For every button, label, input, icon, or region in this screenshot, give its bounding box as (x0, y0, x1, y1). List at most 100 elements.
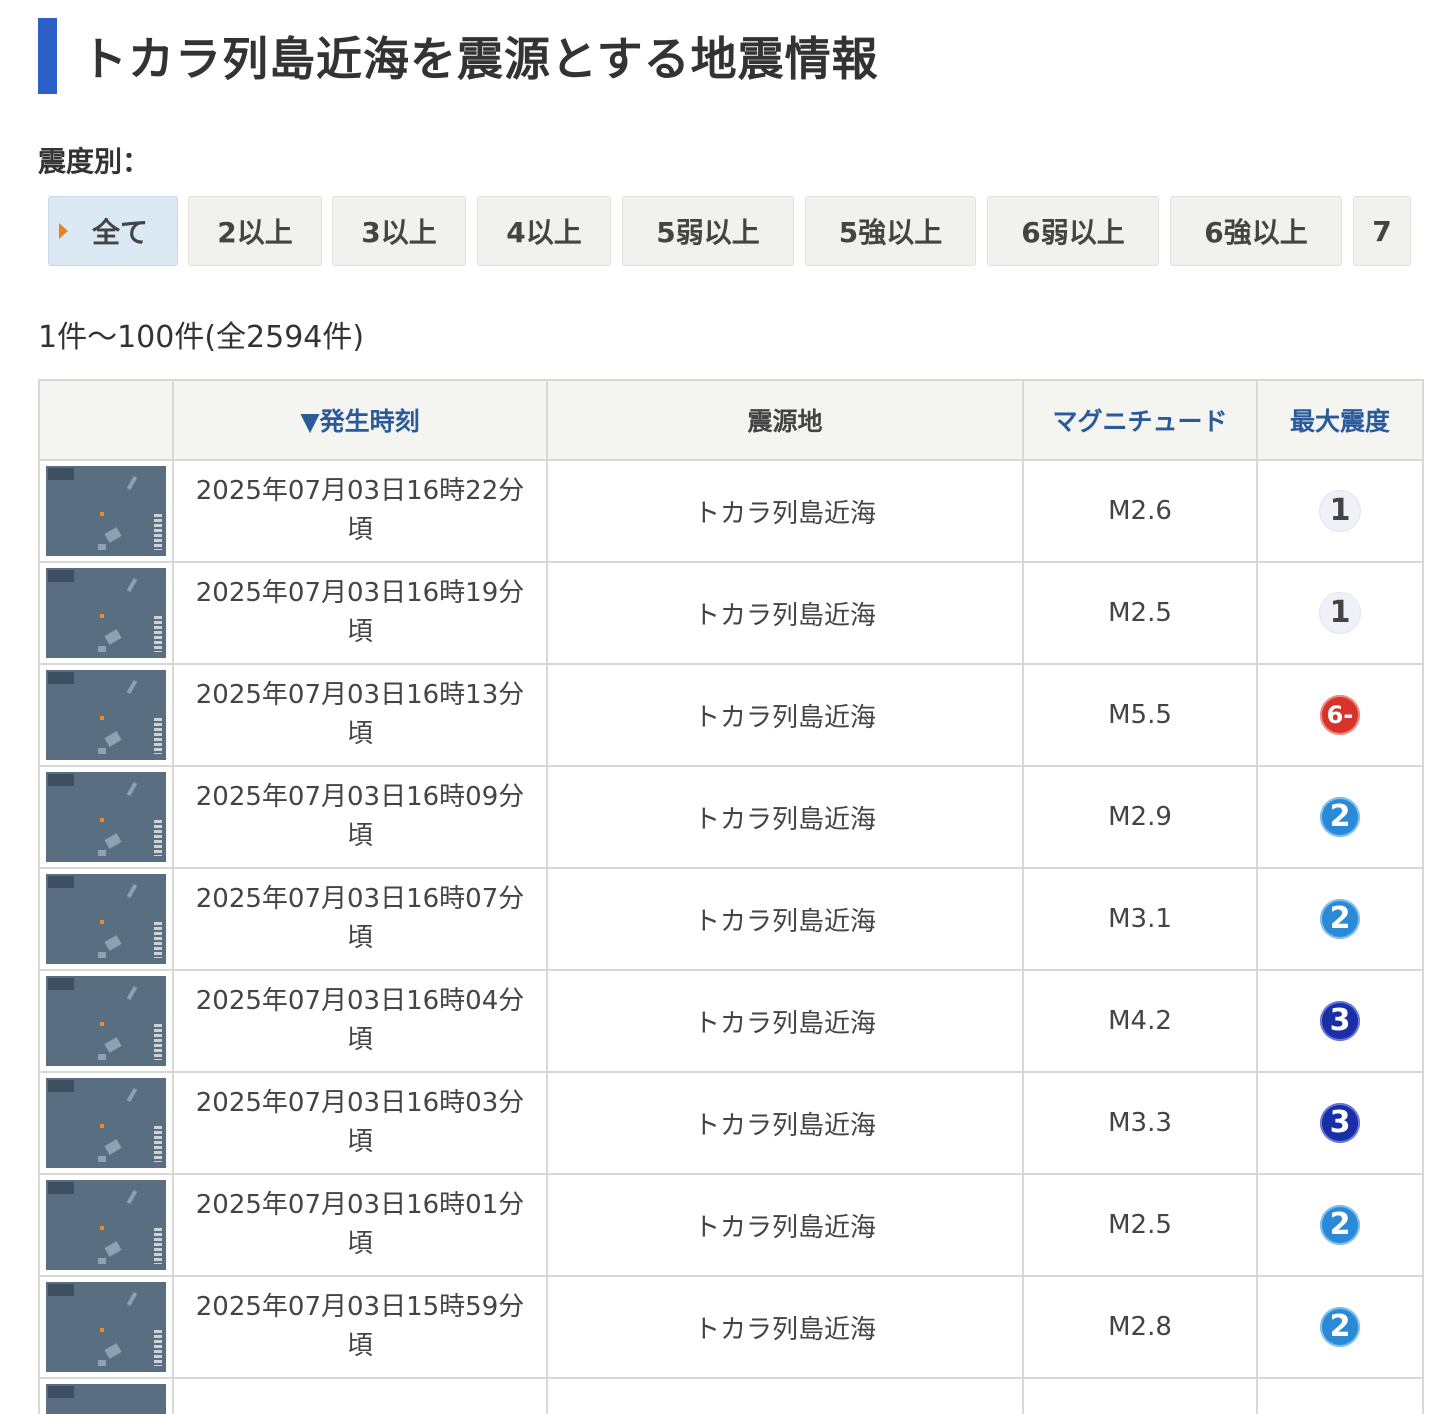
time-link[interactable]: 2025年07月03日16時09分頃 (172, 765, 548, 869)
empty-cell (172, 1377, 548, 1414)
filter-button-6strong-plus[interactable]: 6強以上 (1170, 196, 1342, 266)
time-text[interactable]: 2025年07月03日16時07分 (174, 880, 546, 919)
filter-button-label: 4以上 (506, 216, 582, 249)
time-link[interactable]: 2025年07月03日16時19分頃 (172, 561, 548, 665)
table-row[interactable]: 2025年07月03日16時07分頃トカラ列島近海 M3.1 2 (38, 867, 1424, 971)
magnitude-cell: M3.3 (1022, 1071, 1258, 1175)
time-suffix[interactable]: 頃 (174, 613, 546, 652)
time-text[interactable]: 2025年07月03日16時19分 (174, 574, 546, 613)
time-text[interactable]: 2025年07月03日16時22分 (174, 472, 546, 511)
time-link[interactable]: 2025年07月03日16時07分頃 (172, 867, 548, 971)
island-shape (98, 1156, 106, 1162)
map-header-box (48, 774, 74, 786)
map-thumbnail-cell[interactable] (38, 663, 174, 767)
intensity-cell: 2 (1256, 1173, 1424, 1277)
table-row[interactable]: 2025年07月03日16時03分頃トカラ列島近海 M3.3 3 (38, 1071, 1424, 1175)
time-suffix[interactable]: 頃 (174, 1225, 546, 1264)
island-shape (104, 527, 122, 543)
island-shape (126, 1291, 138, 1307)
filter-button-label: 5弱以上 (656, 216, 760, 249)
map-thumbnail-cell[interactable] (38, 1071, 174, 1175)
filter-button-label: 5強以上 (838, 216, 943, 249)
header-intensity-sort-link[interactable]: 最大震度 (1256, 379, 1424, 461)
epicenter-marker-icon (100, 512, 104, 516)
map-thumbnail-cell[interactable] (38, 765, 174, 869)
map-thumbnail[interactable] (46, 772, 166, 862)
epicenter-marker-icon (100, 1022, 104, 1026)
time-suffix[interactable]: 頃 (174, 817, 546, 856)
intensity-filter-bar: 全て 2以上 3以上 4以上 5弱以上 5強以上 6弱以上 6強以上 7 (48, 196, 1436, 268)
map-thumbnail-cell[interactable] (38, 867, 174, 971)
time-link[interactable]: 2025年07月03日16時04分頃 (172, 969, 548, 1073)
island-shape (104, 1343, 122, 1359)
map-legend (154, 1126, 162, 1162)
magnitude-cell: M5.5 (1022, 663, 1258, 767)
map-header-box (48, 1080, 74, 1092)
island-shape (104, 731, 122, 747)
time-suffix[interactable]: 頃 (174, 715, 546, 754)
map-thumbnail-cell[interactable] (38, 969, 174, 1073)
filter-button-3plus[interactable]: 3以上 (332, 196, 466, 266)
map-header-box (48, 978, 74, 990)
filter-button-7[interactable]: 7 (1353, 196, 1411, 266)
time-link[interactable]: 2025年07月03日16時03分頃 (172, 1071, 548, 1175)
map-thumbnail[interactable] (46, 976, 166, 1066)
map-legend (154, 820, 162, 856)
table-row[interactable]: 2025年07月03日16時09分頃トカラ列島近海 M2.9 2 (38, 765, 1424, 869)
time-text[interactable]: 2025年07月03日16時09分 (174, 778, 546, 817)
header-time-sort-link[interactable]: ▼発生時刻 (172, 379, 548, 461)
time-link[interactable]: 2025年07月03日16時01分頃 (172, 1173, 548, 1277)
time-text[interactable]: 2025年07月03日16時01分 (174, 1186, 546, 1225)
magnitude-cell: M3.1 (1022, 867, 1258, 971)
table-row[interactable]: 2025年07月03日16時04分頃トカラ列島近海 M4.2 3 (38, 969, 1424, 1073)
time-suffix[interactable]: 頃 (174, 1327, 546, 1366)
earthquake-table: ▼発生時刻 震源地 マグニチュード 最大震度 2025年07月03日16時22分… (38, 379, 1424, 1414)
caret-right-icon (59, 223, 68, 239)
empty-cell (1022, 1377, 1258, 1414)
time-link[interactable]: 2025年07月03日16時13分頃 (172, 663, 548, 767)
map-thumbnail[interactable] (46, 874, 166, 964)
map-thumbnail-cell[interactable] (38, 1173, 174, 1277)
time-link[interactable]: 2025年07月03日15時59分頃 (172, 1275, 548, 1379)
epicenter-cell: トカラ列島近海 (546, 1173, 1024, 1277)
table-row[interactable]: 2025年07月03日16時01分頃トカラ列島近海 M2.5 2 (38, 1173, 1424, 1277)
magnitude-cell: M4.2 (1022, 969, 1258, 1073)
time-suffix[interactable]: 頃 (174, 1021, 546, 1060)
intensity-cell: 6- (1256, 663, 1424, 767)
header-magnitude-sort-link[interactable]: マグニチュード (1022, 379, 1258, 461)
time-suffix[interactable]: 頃 (174, 1123, 546, 1162)
map-thumbnail-cell[interactable] (38, 1275, 174, 1379)
table-row[interactable]: 2025年07月03日16時19分頃トカラ列島近海 M2.5 1 (38, 561, 1424, 665)
filter-button-5weak-plus[interactable]: 5弱以上 (622, 196, 794, 266)
map-thumbnail[interactable] (46, 1282, 166, 1372)
time-suffix[interactable]: 頃 (174, 511, 546, 550)
filter-button-4plus[interactable]: 4以上 (477, 196, 611, 266)
magnitude-cell: M2.6 (1022, 459, 1258, 563)
map-thumbnail-cell[interactable] (38, 459, 174, 563)
map-thumbnail[interactable] (46, 1180, 166, 1270)
time-suffix[interactable]: 頃 (174, 919, 546, 958)
filter-button-6weak-plus[interactable]: 6弱以上 (987, 196, 1159, 266)
time-text[interactable]: 2025年07月03日16時04分 (174, 982, 546, 1021)
filter-button-all[interactable]: 全て (48, 196, 178, 266)
time-text[interactable]: 2025年07月03日16時13分 (174, 676, 546, 715)
time-link[interactable]: 2025年07月03日16時22分頃 (172, 459, 548, 563)
page-title-block: トカラ列島近海を震源とする地震情報 (38, 18, 879, 94)
filter-button-2plus[interactable]: 2以上 (188, 196, 322, 266)
filter-button-5strong-plus[interactable]: 5強以上 (805, 196, 976, 266)
map-thumbnail[interactable] (46, 670, 166, 760)
time-text[interactable]: 2025年07月03日15時59分 (174, 1288, 546, 1327)
map-thumbnail[interactable] (46, 568, 166, 658)
island-shape (98, 1360, 106, 1366)
table-row[interactable]: 2025年07月03日16時22分頃トカラ列島近海 M2.6 1 (38, 459, 1424, 563)
filter-button-label: 3以上 (361, 216, 437, 249)
map-thumbnail[interactable] (46, 1078, 166, 1168)
island-shape (126, 781, 138, 797)
map-header-box (48, 468, 74, 480)
map-thumbnail-cell[interactable] (38, 561, 174, 665)
island-shape (104, 833, 122, 849)
table-row[interactable]: 2025年07月03日15時59分頃トカラ列島近海 M2.8 2 (38, 1275, 1424, 1379)
map-thumbnail[interactable] (46, 466, 166, 556)
table-row[interactable]: 2025年07月03日16時13分頃トカラ列島近海 M5.5 6- (38, 663, 1424, 767)
time-text[interactable]: 2025年07月03日16時03分 (174, 1084, 546, 1123)
